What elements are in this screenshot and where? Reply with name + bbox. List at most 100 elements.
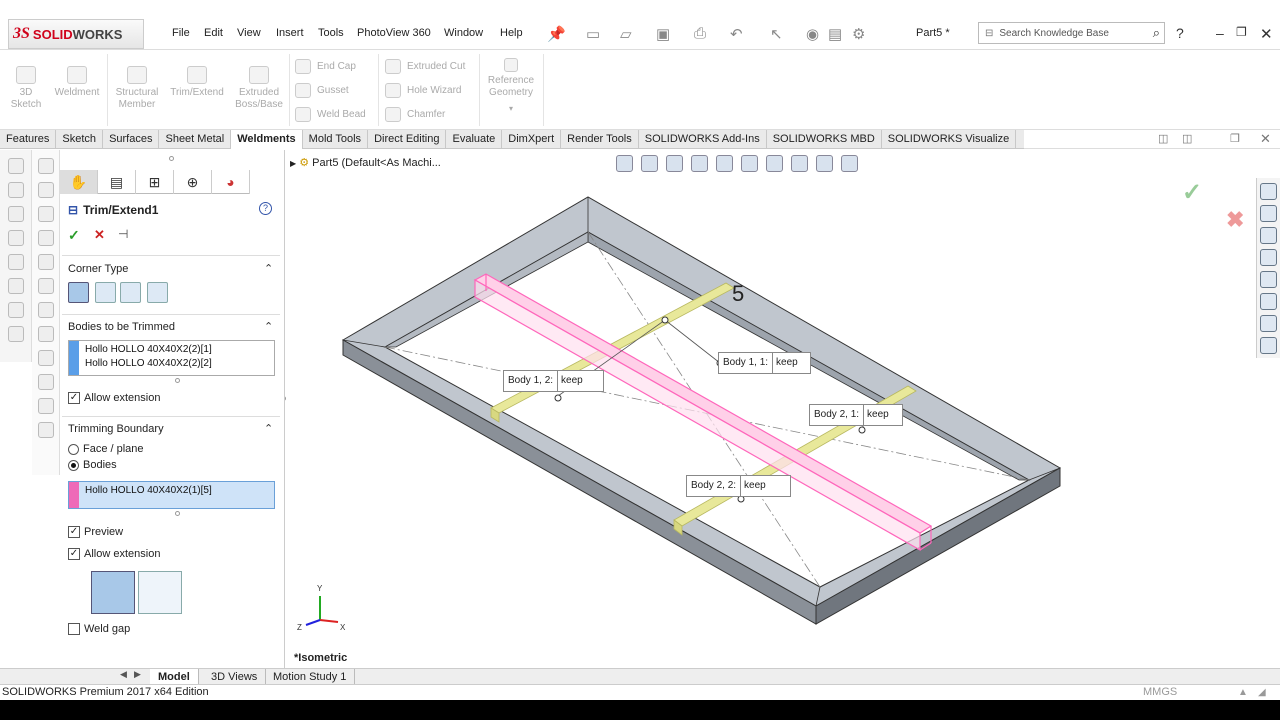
menu-insert[interactable]: Insert bbox=[276, 27, 304, 39]
help-icon[interactable]: ? bbox=[259, 202, 272, 215]
edit-appearance-icon[interactable] bbox=[791, 155, 808, 172]
list-item[interactable]: Hollo HOLLO 40X40X2(2)[1] bbox=[69, 341, 274, 357]
reference-geometry-button[interactable]: Reference Geometry ▾ bbox=[483, 58, 539, 115]
extruded-cut-button[interactable]: Extruded Cut bbox=[385, 59, 465, 74]
callout-body2-2[interactable]: Body 2, 2: keep bbox=[686, 475, 791, 497]
search-icon[interactable]: ⌕ bbox=[1153, 25, 1160, 41]
forum-icon[interactable] bbox=[1260, 337, 1277, 354]
save-icon[interactable]: ▣ bbox=[656, 25, 670, 43]
trimming-boundary-list[interactable]: Hollo HOLLO 40X40X2(1)[5] bbox=[68, 481, 275, 509]
face-plane-radio[interactable]: Face / plane bbox=[68, 443, 144, 455]
scroll-left-icon[interactable]: ◀ bbox=[120, 669, 127, 680]
new-document-icon[interactable]: ▭ bbox=[586, 25, 600, 43]
tool-icon[interactable] bbox=[7, 206, 24, 222]
display-style-icon[interactable] bbox=[741, 155, 758, 172]
chevron-up-icon[interactable]: ⌃ bbox=[264, 320, 273, 333]
callout-body1-1[interactable]: Body 1, 1: keep bbox=[718, 352, 811, 374]
tool-icon[interactable] bbox=[37, 326, 54, 342]
tab-evaluate[interactable]: Evaluate bbox=[446, 130, 503, 149]
view-settings-icon[interactable] bbox=[841, 155, 858, 172]
expand-arrow-icon[interactable]: ▶ bbox=[290, 159, 296, 168]
preview-checkbox[interactable]: ✓ Preview bbox=[68, 526, 123, 538]
tool-icon[interactable] bbox=[37, 206, 54, 222]
custom-properties-icon[interactable] bbox=[1260, 315, 1277, 332]
tool-icon[interactable] bbox=[37, 422, 54, 438]
view-orientation-icon[interactable] bbox=[716, 155, 733, 172]
options-gear-icon[interactable]: ⚙ bbox=[852, 25, 865, 43]
tab-direct-editing[interactable]: Direct Editing bbox=[368, 130, 447, 149]
zoom-to-fit-icon[interactable] bbox=[616, 155, 633, 172]
undo-icon[interactable]: ↶ bbox=[730, 25, 743, 43]
menu-edit[interactable]: Edit bbox=[204, 27, 223, 39]
tool-icon[interactable] bbox=[7, 278, 24, 294]
hole-wizard-button[interactable]: Hole Wizard bbox=[385, 83, 461, 98]
tab-3d-views[interactable]: 3D Views bbox=[203, 669, 267, 685]
tab-solidworks-mbd[interactable]: SOLIDWORKS MBD bbox=[767, 130, 882, 149]
doc-restore-icon[interactable]: ❐ bbox=[1230, 132, 1240, 145]
file-explorer-icon[interactable] bbox=[1260, 249, 1277, 266]
units-selector[interactable]: MMGS bbox=[1143, 685, 1177, 700]
tool-icon[interactable] bbox=[37, 350, 54, 366]
tool-icon[interactable] bbox=[37, 254, 54, 270]
close-icon[interactable]: ✕ bbox=[1260, 25, 1273, 43]
bodies-trimmed-section[interactable]: Bodies to be Trimmed ⌃ bbox=[68, 321, 278, 333]
search-input[interactable]: Search Knowledge Base bbox=[999, 28, 1109, 39]
property-manager-tab-icon[interactable]: ✋ bbox=[60, 170, 98, 194]
menu-window[interactable]: Window bbox=[444, 27, 483, 39]
tool-icon[interactable] bbox=[7, 182, 24, 198]
tab-sheet-metal[interactable]: Sheet Metal bbox=[159, 130, 232, 149]
list-item[interactable]: Hollo HOLLO 40X40X2(1)[5] bbox=[69, 482, 274, 498]
corner-type-section[interactable]: Corner Type ⌃ bbox=[68, 263, 278, 275]
dimxpert-tab-icon[interactable]: ⊕ bbox=[174, 170, 212, 194]
tab-solidworks-addins[interactable]: SOLIDWORKS Add-Ins bbox=[639, 130, 767, 149]
tool-icon[interactable] bbox=[7, 326, 24, 342]
bodies-trimmed-list[interactable]: Hollo HOLLO 40X40X2(2)[1] Hollo HOLLO 40… bbox=[68, 340, 275, 376]
list-item[interactable]: Hollo HOLLO 40X40X2(2)[2] bbox=[69, 357, 274, 371]
tab-dimxpert[interactable]: DimXpert bbox=[502, 130, 562, 149]
corner-end-trim-icon[interactable] bbox=[68, 282, 89, 303]
doc-close-icon[interactable]: ✕ bbox=[1260, 131, 1271, 147]
tab-render-tools[interactable]: Render Tools bbox=[561, 130, 639, 149]
tool-icon[interactable] bbox=[37, 398, 54, 414]
previous-view-icon[interactable] bbox=[666, 155, 683, 172]
trim-extend-button[interactable]: Trim/Extend bbox=[167, 66, 227, 99]
apply-scene-icon[interactable] bbox=[816, 155, 833, 172]
menu-view[interactable]: View bbox=[237, 27, 261, 39]
minimize-icon[interactable]: – bbox=[1216, 25, 1224, 41]
print-icon[interactable]: ⎙ bbox=[694, 25, 706, 42]
hide-show-items-icon[interactable] bbox=[766, 155, 783, 172]
weld-bead-button[interactable]: Weld Bead bbox=[295, 107, 366, 122]
tab-solidworks-visualize[interactable]: SOLIDWORKS Visualize bbox=[882, 130, 1017, 149]
chamfer-button[interactable]: Chamfer bbox=[385, 107, 445, 122]
gusset-button[interactable]: Gusset bbox=[295, 83, 349, 98]
tab-mold-tools[interactable]: Mold Tools bbox=[303, 130, 369, 149]
resize-handle[interactable] bbox=[175, 378, 180, 383]
tab-weldments[interactable]: Weldments bbox=[231, 130, 303, 149]
tool-icon[interactable] bbox=[37, 182, 54, 198]
chevron-up-icon[interactable]: ⌃ bbox=[264, 262, 273, 275]
scroll-right-icon[interactable]: ▶ bbox=[134, 669, 141, 680]
trim-body-option-icon[interactable] bbox=[138, 571, 182, 614]
feature-tree-flyout[interactable]: ▶ ⚙ Part5 (Default<As Machi... bbox=[290, 156, 441, 169]
cancel-x-icon[interactable]: ✕ bbox=[94, 227, 105, 243]
menu-photoview[interactable]: PhotoView 360 bbox=[357, 27, 431, 39]
pushpin-icon[interactable]: ⊣ bbox=[118, 227, 128, 241]
tile-left-icon[interactable]: ◫ bbox=[1158, 132, 1168, 145]
bodies-radio[interactable]: Bodies bbox=[68, 459, 117, 471]
help-question-icon[interactable]: ? bbox=[1176, 25, 1184, 41]
tool-icon[interactable] bbox=[7, 158, 24, 174]
chevron-up-icon[interactable]: ⌃ bbox=[264, 422, 273, 435]
graphics-area[interactable]: 5 Y X Z Body 1, 2: keep Body 1, 1: keep Bo… bbox=[286, 150, 1256, 668]
menu-file[interactable]: File bbox=[172, 27, 190, 39]
config-manager-tab-icon[interactable]: ⊞ bbox=[136, 170, 174, 194]
trim-face-option-icon[interactable] bbox=[91, 571, 135, 614]
tab-motion-study[interactable]: Motion Study 1 bbox=[265, 669, 356, 685]
tool-icon[interactable] bbox=[7, 302, 24, 318]
tool-icon[interactable] bbox=[37, 374, 54, 390]
tool-icon[interactable] bbox=[7, 254, 24, 270]
allow-extension-checkbox-2[interactable]: ✓ Allow extension bbox=[68, 548, 160, 560]
pin-icon[interactable]: 📌 bbox=[547, 25, 566, 43]
tool-icon[interactable] bbox=[37, 230, 54, 246]
select-arrow-icon[interactable]: ↖ bbox=[770, 25, 783, 43]
structural-member-button[interactable]: Structural Member bbox=[110, 66, 164, 111]
